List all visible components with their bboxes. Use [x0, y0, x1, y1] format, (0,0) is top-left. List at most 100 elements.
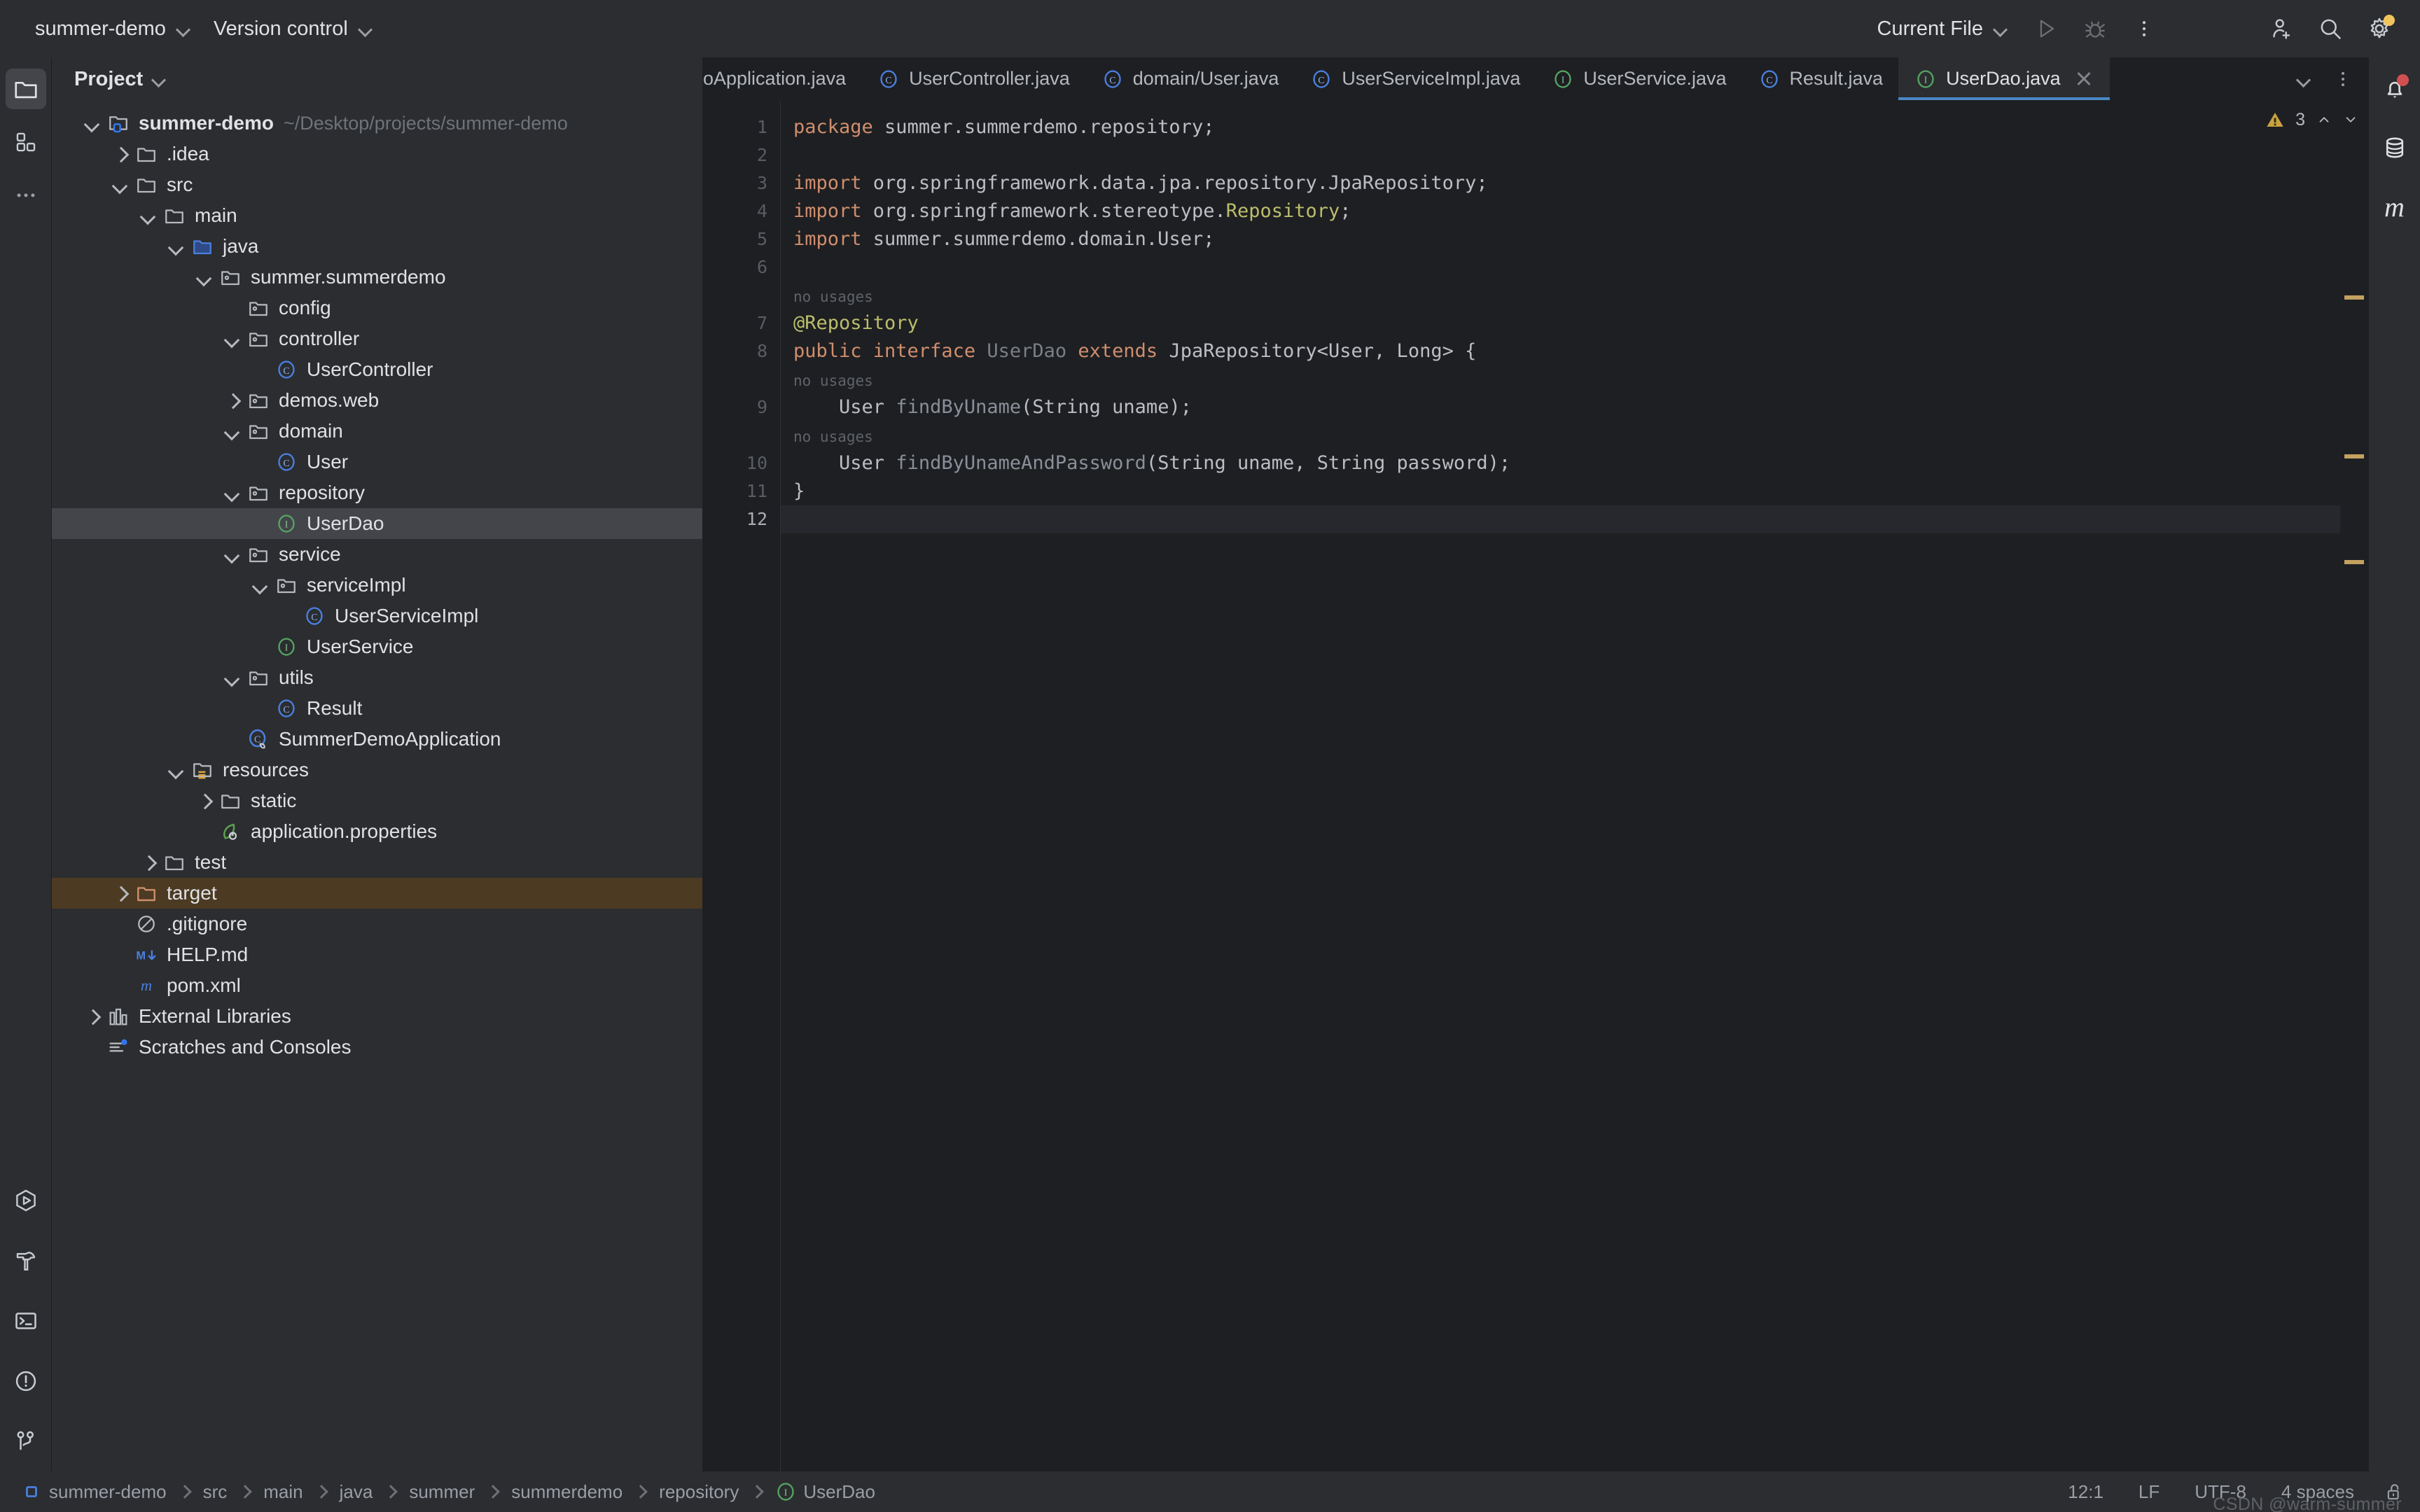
tree-node--gitignore[interactable]: .gitignore	[52, 909, 702, 939]
tree-node-utils[interactable]: utils	[52, 662, 702, 693]
tree-node-demos-web[interactable]: demos.web	[52, 385, 702, 416]
tree-node-scratches-and-consoles[interactable]: Scratches and Consoles	[52, 1032, 702, 1063]
line-number[interactable]: 10	[703, 449, 780, 477]
code-line[interactable]: import org.springframework.stereotype.Re…	[781, 197, 2340, 225]
tree-node-controller[interactable]: controller	[52, 323, 702, 354]
chevron-down-icon[interactable]	[136, 204, 160, 227]
caret-position[interactable]: 12:1	[2062, 1478, 2109, 1506]
editor-tab-userdao-java[interactable]: I UserDao.java	[1898, 57, 2110, 100]
line-number[interactable]: 4	[703, 197, 780, 225]
tree-node-service[interactable]: service	[52, 539, 702, 570]
chevron-down-icon[interactable]	[220, 327, 244, 351]
tree-node-application-properties[interactable]: application.properties	[52, 816, 702, 847]
tree-node-pom-xml[interactable]: m pom.xml	[52, 970, 702, 1001]
chevron-right-icon[interactable]	[220, 388, 244, 412]
editor-tab-usercontroller-java[interactable]: C UserController.java	[861, 57, 1085, 100]
chevron-down-icon[interactable]	[192, 265, 216, 289]
line-number[interactable]: 12	[703, 505, 780, 533]
warning-marker-2[interactable]	[2344, 454, 2364, 459]
code-line[interactable]: @Repository	[781, 309, 2340, 337]
line-separator[interactable]: LF	[2133, 1478, 2165, 1506]
editor-tab-oapplication-java[interactable]: oApplication.java	[703, 57, 861, 100]
chevron-down-icon[interactable]	[2342, 112, 2358, 127]
chevron-down-icon[interactable]	[164, 758, 188, 782]
tree-node-usercontroller[interactable]: C UserController	[52, 354, 702, 385]
tab-list-chevron-button[interactable]	[2286, 61, 2322, 97]
project-tool-window-button[interactable]	[5, 69, 46, 109]
close-icon[interactable]	[2073, 69, 2094, 90]
run-configuration-selector[interactable]: Current File	[1866, 12, 2020, 46]
terminal-tool-window-button[interactable]	[6, 1301, 46, 1341]
code-line[interactable]	[781, 141, 2340, 169]
tree-node-src[interactable]: src	[52, 169, 702, 200]
inlay-usage-hint[interactable]: no usages	[781, 365, 2340, 393]
chevron-down-icon[interactable]	[248, 573, 272, 597]
code-line[interactable]: package summer.summerdemo.repository;	[781, 113, 2340, 141]
breadcrumb-item[interactable]: summerdemo	[507, 1478, 627, 1506]
warning-marker-3[interactable]	[2344, 559, 2364, 564]
tree-node-summer-summerdemo[interactable]: summer.summerdemo	[52, 262, 702, 293]
tree-node-userservice[interactable]: I UserService	[52, 631, 702, 662]
debug-button[interactable]	[2073, 8, 2118, 49]
tree-node-serviceimpl[interactable]: serviceImpl	[52, 570, 702, 601]
chevron-down-icon[interactable]	[220, 666, 244, 690]
tree-node-external-libraries[interactable]: External Libraries	[52, 1001, 702, 1032]
file-encoding[interactable]: UTF-8	[2189, 1478, 2252, 1506]
problems-tool-window-button[interactable]	[6, 1361, 46, 1401]
line-number[interactable]: 8	[703, 337, 780, 365]
inspection-widget[interactable]: 3	[2265, 109, 2358, 130]
build-tool-window-button[interactable]	[6, 1240, 46, 1281]
chevron-down-icon[interactable]	[220, 542, 244, 566]
code-line[interactable]: import summer.summerdemo.domain.User;	[781, 225, 2340, 253]
tree-node-resources[interactable]: resources	[52, 755, 702, 785]
database-tool-window-button[interactable]	[2374, 127, 2415, 168]
maven-tool-window-button[interactable]: m	[2374, 186, 2415, 227]
chevron-right-icon[interactable]	[108, 881, 132, 905]
code-line[interactable]: }	[781, 477, 2340, 505]
chevron-down-icon[interactable]	[164, 234, 188, 258]
inlay-usage-hint[interactable]: no usages	[781, 421, 2340, 449]
breadcrumb-item[interactable]: summer-demo	[17, 1478, 171, 1506]
chevron-down-icon[interactable]	[80, 111, 104, 135]
editor-tab-userservice-java[interactable]: I UserService.java	[1536, 57, 1741, 100]
more-actions-button[interactable]	[2122, 8, 2167, 49]
code-line[interactable]	[781, 253, 2340, 281]
line-number[interactable]: 6	[703, 253, 780, 281]
breadcrumb-item[interactable]: main	[259, 1478, 307, 1506]
inlay-usage-hint[interactable]: no usages	[781, 281, 2340, 309]
tree-node-result[interactable]: C Result	[52, 693, 702, 724]
line-number[interactable]: 9	[703, 393, 780, 421]
run-button[interactable]	[2024, 8, 2068, 49]
tree-node-help-md[interactable]: M HELP.md	[52, 939, 702, 970]
code-text-area[interactable]: package summer.summerdemo.repository; im…	[780, 101, 2340, 1471]
editor-tab-userserviceimpl-java[interactable]: C UserServiceImpl.java	[1294, 57, 1536, 100]
chevron-up-icon[interactable]	[2315, 112, 2332, 127]
warning-marker-1[interactable]	[2344, 295, 2364, 300]
tree-node-target[interactable]: target	[52, 878, 702, 909]
project-panel-header[interactable]: Project	[52, 57, 702, 101]
editor-tab-domain-user-java[interactable]: Cdomain/User.java	[1085, 57, 1295, 100]
project-selector[interactable]: summer-demo	[24, 12, 202, 46]
tree-node-test[interactable]: test	[52, 847, 702, 878]
tree-node-main[interactable]: main	[52, 200, 702, 231]
code-line[interactable]	[781, 505, 2340, 533]
tree-node-java[interactable]: java	[52, 231, 702, 262]
line-number[interactable]: 2	[703, 141, 780, 169]
code-line[interactable]: public interface UserDao extends JpaRepo…	[781, 337, 2340, 365]
editor-gutter[interactable]: 123456.78.9.101112	[703, 101, 780, 1471]
chevron-right-icon[interactable]	[80, 1004, 104, 1028]
line-number[interactable]: 3	[703, 169, 780, 197]
chevron-down-icon[interactable]	[108, 173, 132, 197]
indent-setting[interactable]: 4 spaces	[2276, 1478, 2360, 1506]
tree-node-summer-demo[interactable]: summer-demo ~/Desktop/projects/summer-dem…	[52, 108, 702, 139]
editor-marker-strip[interactable]	[2340, 101, 2368, 1471]
breadcrumb-item[interactable]: java	[335, 1478, 377, 1506]
chevron-down-icon[interactable]	[220, 481, 244, 505]
line-number[interactable]: 7	[703, 309, 780, 337]
tree-node-user[interactable]: C User	[52, 447, 702, 477]
notifications-button[interactable]	[2374, 69, 2415, 109]
code-line[interactable]: User findByUnameAndPassword(String uname…	[781, 449, 2340, 477]
tree-node--idea[interactable]: .idea	[52, 139, 702, 169]
tab-options-button[interactable]	[2325, 61, 2361, 97]
search-everywhere-button[interactable]	[2308, 8, 2353, 49]
